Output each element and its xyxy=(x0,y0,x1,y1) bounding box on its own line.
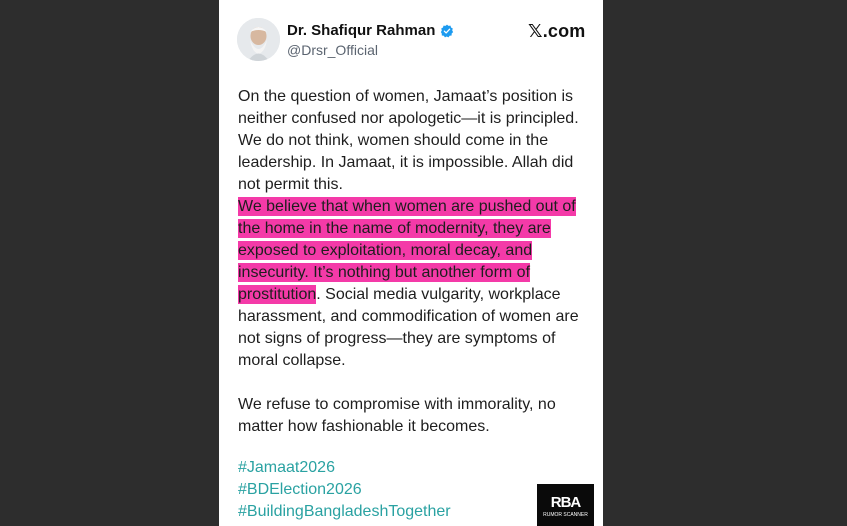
x-com-label[interactable]: 𝕏.com xyxy=(528,21,586,42)
hashtag-link[interactable]: #BuildingBangladeshTogether xyxy=(238,501,451,523)
avatar[interactable] xyxy=(237,18,280,61)
hashtag-link[interactable]: #BDElection2026 xyxy=(238,479,451,501)
paragraph-1-plain: On the question of women, Jamaat’s posit… xyxy=(238,88,579,193)
avatar-image xyxy=(237,18,280,61)
hashtag-link[interactable]: #Jamaat2026 xyxy=(238,457,451,479)
post-card: Dr. Shafiqur Rahman @Drsr_Official 𝕏.com… xyxy=(219,0,603,526)
watermark-mark: RBA xyxy=(550,494,582,511)
post-header: Dr. Shafiqur Rahman @Drsr_Official 𝕏.com xyxy=(219,0,603,72)
paragraph-1: On the question of women, Jamaat’s posit… xyxy=(238,86,590,372)
author-row: Dr. Shafiqur Rahman xyxy=(287,22,454,39)
paragraph-2: We refuse to compromise with immorality,… xyxy=(238,396,556,435)
hashtag-list: #Jamaat2026 #BDElection2026 #BuildingBan… xyxy=(238,457,451,523)
author-handle[interactable]: @Drsr_Official xyxy=(287,42,378,58)
watermark-logo: RBA RUMOR SCANNER xyxy=(537,484,594,526)
verified-badge-icon xyxy=(441,24,454,37)
author-name[interactable]: Dr. Shafiqur Rahman xyxy=(287,22,435,39)
watermark-sub: RUMOR SCANNER xyxy=(543,512,588,518)
post-body: On the question of women, Jamaat’s posit… xyxy=(238,86,590,438)
